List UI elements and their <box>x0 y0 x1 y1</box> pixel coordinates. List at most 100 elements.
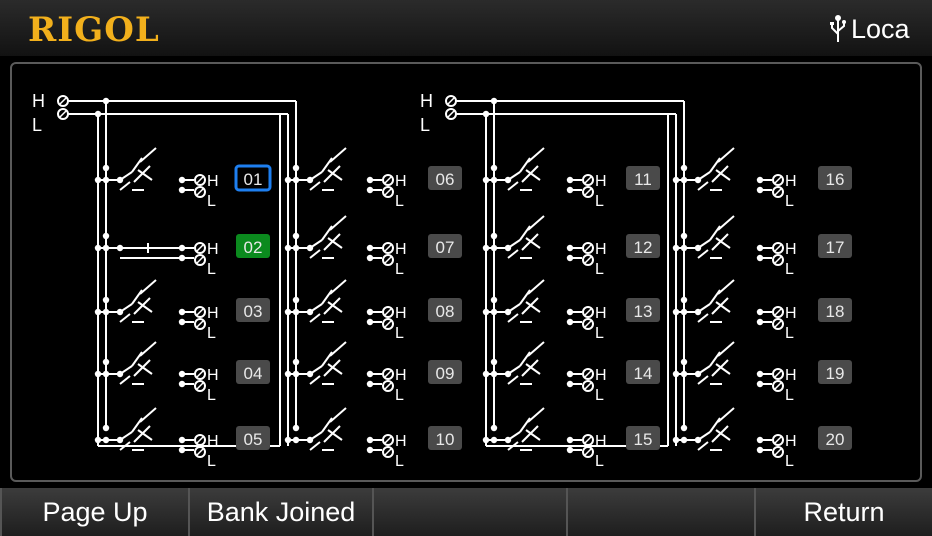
channel-l-terminal <box>772 254 784 266</box>
channel-l-terminal <box>582 380 594 392</box>
channel-h-label: H <box>207 241 219 258</box>
channel-l-terminal <box>382 254 394 266</box>
softkey-return[interactable]: Return <box>754 488 932 536</box>
channel-l-terminal <box>772 318 784 330</box>
channel-h-label: H <box>207 367 219 384</box>
channel-h-label: H <box>785 433 797 450</box>
channel-h-label: H <box>395 367 407 384</box>
channel-h-label: H <box>207 305 219 322</box>
channel-label-04: 04 <box>244 364 263 383</box>
channel-h-label: H <box>595 367 607 384</box>
channel-h-label: H <box>785 241 797 258</box>
source-h-terminal <box>445 95 457 107</box>
channel-l-terminal <box>194 186 206 198</box>
channel-h-terminal <box>382 242 394 254</box>
channel-label-11: 11 <box>634 170 652 189</box>
channel-l-terminal <box>582 254 594 266</box>
channel-l-terminal <box>772 380 784 392</box>
channel-label-16: 16 <box>826 170 845 189</box>
channel-label-07: 07 <box>436 238 455 257</box>
channel-l-terminal <box>194 318 206 330</box>
relay-diagram: HLHLHL01HL02HL03HL04HL05HL06HL07HL08HL09… <box>32 91 852 470</box>
softkey-3[interactable] <box>372 488 566 536</box>
channel-l-terminal <box>382 380 394 392</box>
channel-l-terminal <box>582 186 594 198</box>
channel-h-label: H <box>595 305 607 322</box>
channel-l-label: L <box>785 193 794 210</box>
channel-l-label: L <box>785 387 794 404</box>
channel-l-label: L <box>785 453 794 470</box>
channel-l-label: L <box>395 387 404 404</box>
channel-label-12: 12 <box>634 238 653 257</box>
source-l-label: L <box>32 115 42 135</box>
source-l-terminal <box>445 108 457 120</box>
channel-h-label: H <box>207 173 219 190</box>
channel-label-14: 14 <box>634 364 653 383</box>
channel-label-09: 09 <box>436 364 455 383</box>
channel-h-label: H <box>207 433 219 450</box>
brand-logo: RIGOL <box>28 10 160 50</box>
channel-l-terminal <box>194 254 206 266</box>
channel-label-05: 05 <box>244 430 263 449</box>
channel-label-10: 10 <box>436 430 455 449</box>
channel-h-label: H <box>395 433 407 450</box>
channel-h-terminal <box>582 306 594 318</box>
channel-h-terminal <box>772 306 784 318</box>
channel-l-label: L <box>395 453 404 470</box>
channel-h-terminal <box>582 434 594 446</box>
channel-label-19: 19 <box>826 364 845 383</box>
channel-l-terminal <box>582 446 594 458</box>
channel-h-terminal <box>194 306 206 318</box>
softkey-bank-joined[interactable]: Bank Joined <box>188 488 372 536</box>
channel-label-06: 06 <box>436 170 455 189</box>
channel-l-terminal <box>382 318 394 330</box>
channel-l-label: L <box>207 453 216 470</box>
source-h-terminal <box>57 95 69 107</box>
channel-l-label: L <box>207 261 216 278</box>
channel-h-terminal <box>382 174 394 186</box>
switch-panel: H L H L H L 01 H L 02 H L 03 H L 04 H L 05 H L 06 H L 07 H L 08 H L 09… <box>10 62 922 482</box>
channel-h-label: H <box>785 305 797 322</box>
source-h-label: H <box>420 91 433 111</box>
channel-l-terminal <box>382 446 394 458</box>
channel-l-label: L <box>785 261 794 278</box>
source-l-label: L <box>420 115 430 135</box>
channel-h-label: H <box>785 367 797 384</box>
channel-label-20: 20 <box>826 430 845 449</box>
channel-h-terminal <box>382 368 394 380</box>
channel-h-terminal <box>382 434 394 446</box>
channel-l-terminal <box>582 318 594 330</box>
channel-h-terminal <box>772 434 784 446</box>
channel-l-label: L <box>595 193 604 210</box>
channel-label-01: 01 <box>244 170 263 189</box>
channel-l-terminal <box>772 446 784 458</box>
channel-h-terminal <box>582 242 594 254</box>
channel-h-label: H <box>785 173 797 190</box>
channel-l-terminal <box>194 380 206 392</box>
softkey-page-up[interactable]: Page Up <box>0 488 188 536</box>
channel-label-17: 17 <box>826 238 845 257</box>
channel-h-label: H <box>395 305 407 322</box>
source-l-terminal <box>57 108 69 120</box>
channel-label-02: 02 <box>244 238 263 257</box>
channel-l-label: L <box>595 453 604 470</box>
channel-l-label: L <box>595 387 604 404</box>
softkey-4[interactable] <box>566 488 754 536</box>
channel-h-terminal <box>194 242 206 254</box>
channel-label-13: 13 <box>634 302 653 321</box>
channel-h-terminal <box>194 368 206 380</box>
channel-l-label: L <box>595 325 604 342</box>
channel-h-label: H <box>395 241 407 258</box>
channel-l-label: L <box>207 387 216 404</box>
channel-l-label: L <box>395 261 404 278</box>
channel-l-terminal <box>194 446 206 458</box>
channel-l-label: L <box>207 193 216 210</box>
channel-l-label: L <box>785 325 794 342</box>
channel-h-label: H <box>595 241 607 258</box>
channel-label-03: 03 <box>244 302 263 321</box>
channel-h-terminal <box>772 242 784 254</box>
channel-h-terminal <box>194 174 206 186</box>
channel-h-terminal <box>194 434 206 446</box>
channel-l-label: L <box>207 325 216 342</box>
channel-l-terminal <box>772 186 784 198</box>
